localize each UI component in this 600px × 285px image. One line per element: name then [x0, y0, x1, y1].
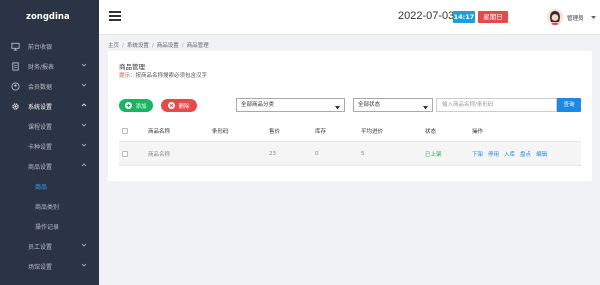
sidebar-item-goods[interactable]: 商品	[0, 176, 99, 196]
goods-management-card: 商品管理 提示：按商品名称搜索必须包含汉字 添加 删除 全部商品分类 全部状态 …	[108, 51, 592, 181]
row-actions: 下架 停用 入库 盘点 编辑	[472, 142, 552, 165]
plus-icon	[125, 102, 133, 109]
status-select[interactable]: 全部状态	[353, 98, 433, 112]
select-all-checkbox[interactable]	[122, 120, 128, 141]
table-row: 商品名称 23 0 5 已上架 下架 停用 入库 盘点 编辑	[119, 142, 581, 166]
sidebar-item-label: 操作记录	[35, 223, 60, 231]
sidebar-item-venue-settings[interactable]: 场馆设置	[0, 256, 99, 276]
table-header: 商品名称 条形码 售价 库存 平均进价 状态 操作	[119, 120, 581, 142]
status-select-value: 全部状态	[358, 102, 381, 108]
column-header: 库存	[315, 128, 327, 135]
cell-name: 商品名称	[148, 151, 171, 158]
breadcrumb-goods-settings[interactable]: 商品设置	[157, 43, 179, 49]
time-badge: 14:17	[453, 11, 475, 23]
sidebar-item-course-settings[interactable]: 课程设置	[0, 116, 99, 136]
page-title: 商品管理	[119, 63, 145, 71]
chevron-up-icon	[81, 162, 87, 168]
sidebar-item-label: 课程设置	[28, 123, 53, 131]
breadcrumb-current: 商品管理	[186, 43, 209, 49]
unlist-link[interactable]: 下架	[472, 150, 483, 158]
column-header: 售价	[269, 128, 281, 135]
sidebar-item-goods-settings[interactable]: 商品设置	[0, 156, 99, 176]
goods-table: 商品名称 条形码 售价 库存 平均进价 状态 操作 商品名称 23 0 5 已上…	[119, 120, 581, 166]
add-label: 添加	[135, 103, 147, 110]
hint-label: 提示：	[119, 73, 136, 79]
sidebar-item-label: 商品	[35, 183, 48, 191]
chevron-down-icon	[81, 82, 87, 88]
row-checkbox[interactable]	[122, 142, 128, 165]
chevron-up-icon	[81, 102, 87, 108]
sidebar-item-label: 员工设置	[28, 243, 53, 251]
sidebar-item-label: 前台收银	[28, 43, 53, 51]
sidebar-item-label: 系统设置	[28, 103, 53, 111]
category-select[interactable]: 全部商品分类	[236, 98, 345, 112]
search-input[interactable]: 输入商品名称/条形码	[436, 98, 557, 112]
column-header: 商品名称	[148, 128, 171, 135]
hint-text: 按商品名称搜索必须包含汉字	[135, 73, 208, 79]
username[interactable]: 管理员	[567, 14, 584, 22]
sidebar-item-label: 卡种设置	[28, 143, 53, 151]
column-header: 操作	[472, 128, 484, 135]
cell-price: 23	[269, 150, 276, 157]
menu-toggle-icon[interactable]	[109, 11, 121, 21]
stock-in-link[interactable]: 入库	[504, 150, 515, 158]
weekday-badge: 星期日	[478, 11, 508, 23]
sidebar-item-label: 商品设置	[28, 163, 53, 171]
brand-logo: zongdina	[26, 12, 70, 22]
chevron-down-icon	[81, 262, 87, 268]
sidebar-item-label: 会员数据	[28, 83, 53, 91]
column-header: 条形码	[212, 128, 229, 135]
delete-button[interactable]: 删除	[161, 99, 197, 112]
sidebar-item-operation-log[interactable]: 操作记录	[0, 216, 99, 236]
edit-link[interactable]: 编辑	[536, 150, 547, 158]
column-header: 平均进价	[361, 128, 384, 135]
document-icon	[11, 61, 20, 71]
top-bar: 2022-07-03 14:17 星期日 管理员	[99, 0, 600, 35]
search-hint: 提示：按商品名称搜索必须包含汉字	[119, 71, 207, 79]
category-select-value: 全部商品分类	[241, 102, 275, 108]
chevron-down-icon	[81, 242, 87, 248]
caret-down-icon	[335, 103, 340, 110]
sidebar-item-finance[interactable]: 财务/报表	[0, 56, 99, 76]
sidebar-item-cashier[interactable]: 前台收银	[0, 36, 99, 56]
cell-avg-cost: 5	[361, 150, 365, 157]
sidebar-item-label: 财务/报表	[28, 63, 55, 71]
disable-link[interactable]: 停用	[488, 150, 499, 158]
gear-icon	[11, 102, 20, 111]
sidebar: zongdina 前台收银 财务/报表 会员数据 系统设置 课程设置 卡种设置	[0, 0, 99, 285]
sidebar-item-goods-category[interactable]: 商品类别	[0, 196, 99, 216]
sidebar-item-card-settings[interactable]: 卡种设置	[0, 136, 99, 156]
status-badge: 已上架	[425, 151, 442, 158]
search-button[interactable]: 查询	[557, 98, 581, 112]
current-date: 2022-07-03	[398, 10, 455, 22]
chevron-down-icon	[81, 142, 87, 148]
user-icon	[11, 81, 20, 91]
close-icon	[168, 102, 176, 109]
sidebar-item-members[interactable]: 会员数据	[0, 76, 99, 96]
sidebar-item-staff-settings[interactable]: 员工设置	[0, 236, 99, 256]
breadcrumb: 主页 / 系统设置 / 商品设置 / 商品管理	[108, 43, 209, 49]
avatar[interactable]	[547, 9, 563, 25]
add-button[interactable]: 添加	[119, 99, 153, 112]
delete-label: 删除	[178, 103, 190, 110]
sidebar-item-system-settings[interactable]: 系统设置	[0, 96, 99, 116]
caret-down-icon[interactable]	[591, 15, 596, 19]
column-header: 状态	[425, 128, 437, 135]
sidebar-item-label: 场馆设置	[28, 263, 53, 271]
caret-down-icon	[423, 103, 428, 110]
breadcrumb-system-settings[interactable]: 系统设置	[127, 43, 149, 49]
cell-stock: 0	[315, 150, 319, 157]
chevron-down-icon	[81, 122, 87, 128]
breadcrumb-home[interactable]: 主页	[108, 43, 119, 49]
chevron-down-icon	[81, 62, 87, 68]
monitor-icon	[11, 42, 20, 51]
sidebar-item-label: 商品类别	[35, 203, 60, 211]
inventory-link[interactable]: 盘点	[520, 150, 531, 158]
